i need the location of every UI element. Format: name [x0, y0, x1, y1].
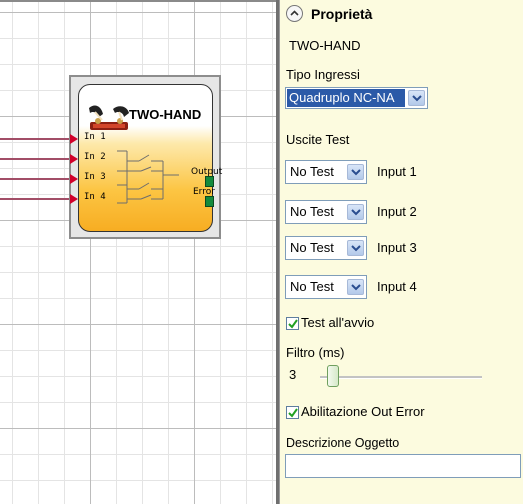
tipo-ingressi-select[interactable]: Quadruplo NC-NA [285, 87, 428, 109]
output-port[interactable] [205, 176, 214, 187]
test-output-select-3[interactable]: No Test [285, 236, 367, 260]
test-output-dropdown-button-3[interactable] [347, 240, 364, 256]
chevron-down-icon [412, 95, 422, 102]
chevron-up-icon [290, 10, 299, 16]
test-output-select-2[interactable]: No Test [285, 200, 367, 224]
tipo-ingressi-dropdown-button[interactable] [408, 90, 425, 106]
input-pin-in-1[interactable] [70, 134, 78, 144]
wire-in-3 [0, 178, 76, 180]
error-port[interactable] [205, 196, 214, 207]
input-pin-in-4[interactable] [70, 194, 78, 204]
test-output-label-4: Input 4 [377, 279, 417, 294]
properties-panel: Proprietà TWO-HAND Tipo Ingressi Quadrup… [279, 0, 523, 504]
filtro-slider-thumb[interactable] [327, 365, 339, 387]
input-label-in-4: In 4 [84, 192, 106, 202]
input-pin-in-2[interactable] [70, 154, 78, 164]
wire-in-1 [0, 138, 76, 140]
switch-contacts-icon [117, 150, 179, 204]
test-output-label-3: Input 3 [377, 240, 417, 255]
object-name: TWO-HAND [289, 38, 361, 53]
test-output-select-4[interactable]: No Test [285, 275, 367, 299]
input-label-in-1: In 1 [84, 132, 106, 142]
chevron-down-icon [351, 169, 361, 176]
tipo-ingressi-label: Tipo Ingressi [286, 67, 360, 82]
abilitazione-out-error-label: Abilitazione Out Error [301, 404, 425, 419]
wire-in-2 [0, 158, 76, 160]
two-hand-icon [89, 105, 129, 130]
test-output-label-2: Input 2 [377, 204, 417, 219]
test-avvio-checkbox[interactable] [286, 317, 299, 330]
chevron-down-icon [351, 209, 361, 216]
collapse-button[interactable] [286, 5, 303, 22]
input-label-in-2: In 2 [84, 152, 106, 162]
chevron-down-icon [351, 245, 361, 252]
wire-in-4 [0, 198, 76, 200]
test-output-value-2: No Test [290, 204, 334, 219]
test-output-dropdown-button-1[interactable] [347, 164, 364, 180]
checkmark-icon [288, 408, 298, 418]
panel-title: Proprietà [311, 6, 373, 22]
abilitazione-out-error-checkbox[interactable] [286, 406, 299, 419]
descrizione-oggetto-label: Descrizione Oggetto [286, 436, 400, 450]
filtro-label: Filtro (ms) [286, 345, 345, 360]
test-output-dropdown-button-4[interactable] [347, 279, 364, 295]
test-output-select-1[interactable]: No Test [285, 160, 367, 184]
input-label-in-3: In 3 [84, 172, 106, 182]
chevron-down-icon [351, 284, 361, 291]
test-output-label-1: Input 1 [377, 164, 417, 179]
descrizione-oggetto-input[interactable] [285, 454, 521, 478]
block-title: TWO-HAND [129, 107, 202, 122]
checkmark-icon [288, 319, 298, 329]
test-output-value-1: No Test [290, 164, 334, 179]
input-pin-in-3[interactable] [70, 174, 78, 184]
test-avvio-label: Test all'avvio [301, 315, 375, 330]
filtro-value: 3 [289, 367, 297, 382]
canvas-border [0, 0, 276, 2]
diagram-canvas[interactable]: TWO-HAND In 1 In 2 In 3 In 4 Output Erro… [0, 0, 276, 504]
uscite-test-label: Uscite Test [286, 132, 350, 147]
test-output-value-3: No Test [290, 240, 334, 255]
test-output-value-4: No Test [290, 279, 334, 294]
two-hand-block[interactable]: TWO-HAND In 1 In 2 In 3 In 4 Output Erro… [78, 84, 222, 232]
tipo-ingressi-value: Quadruplo NC-NA [287, 89, 405, 107]
filtro-slider-track[interactable] [320, 376, 482, 379]
test-output-dropdown-button-2[interactable] [347, 204, 364, 220]
